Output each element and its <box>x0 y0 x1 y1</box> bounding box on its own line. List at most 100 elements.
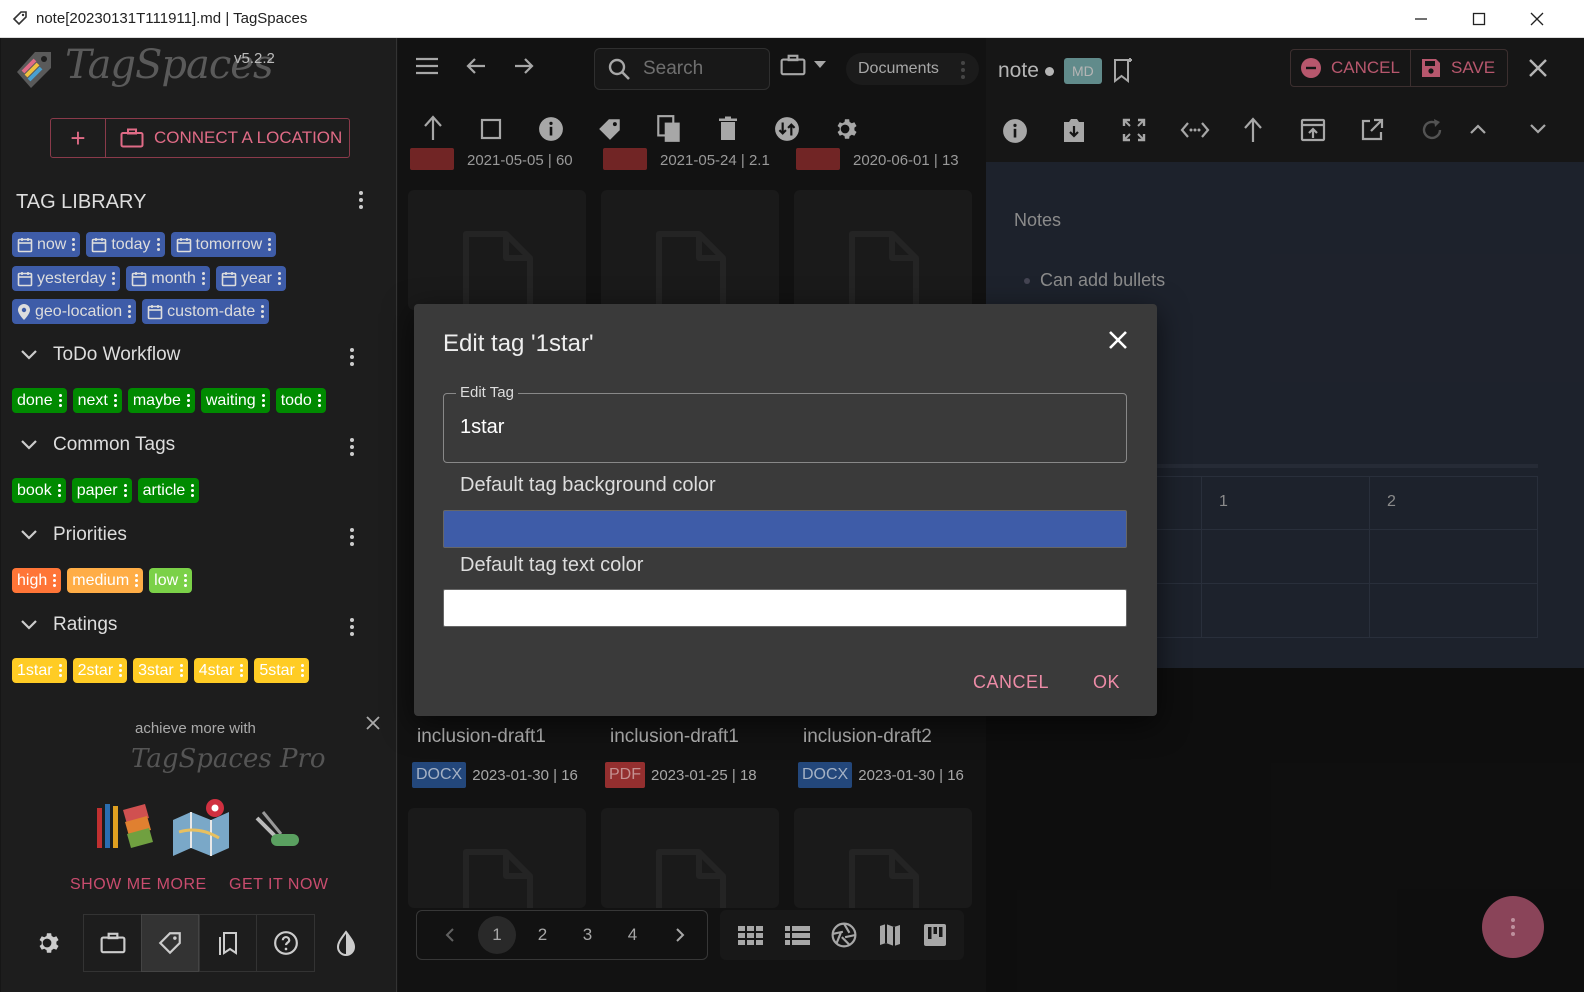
dialog-title: Edit tag '1star' <box>443 330 594 357</box>
close-dialog-icon[interactable] <box>1106 328 1130 352</box>
tag-chip[interactable]: article <box>137 478 200 503</box>
tag-menu-icon[interactable] <box>72 238 76 251</box>
tag-label: article <box>142 481 186 499</box>
tag-menu-icon[interactable] <box>57 484 61 497</box>
tag-chip[interactable]: month <box>126 266 210 291</box>
sidebar: TagSpaces v5.2.2 + CONNECT A LOCATION TA… <box>1 38 397 992</box>
tag-menu-icon[interactable] <box>58 664 62 677</box>
close-promo-icon[interactable] <box>365 715 381 731</box>
help-button[interactable] <box>257 914 315 972</box>
tag-chip[interactable]: year <box>215 266 286 291</box>
tag-menu-icon[interactable] <box>201 272 205 285</box>
tag-chip[interactable]: 1star <box>12 658 67 683</box>
tag-label: month <box>151 269 196 287</box>
tag-menu-icon[interactable] <box>300 664 304 677</box>
tag-menu-icon[interactable] <box>113 394 117 407</box>
tag-chip[interactable]: maybe <box>127 388 195 413</box>
cancel-button[interactable]: CANCEL <box>973 672 1049 693</box>
tag-menu-icon[interactable] <box>135 574 139 587</box>
tag-chip[interactable]: paper <box>71 478 132 503</box>
tag-chip[interactable]: geo-location <box>12 299 137 324</box>
tag-chip[interactable]: 3star <box>133 658 188 683</box>
maximize-button[interactable] <box>1450 0 1508 38</box>
tag-group-menu-icon[interactable] <box>349 348 355 366</box>
tag-chip[interactable]: done <box>12 388 67 413</box>
tag-chip[interactable]: todo <box>275 388 326 413</box>
tag-label: 3star <box>138 661 174 679</box>
tag-menu-icon[interactable] <box>261 305 265 318</box>
sidebar-bottom-bar <box>1 914 397 976</box>
tag-chip[interactable]: medium <box>67 568 144 593</box>
tag-menu-icon[interactable] <box>191 484 195 497</box>
close-window-button[interactable] <box>1508 0 1566 38</box>
tag-chip[interactable]: low <box>149 568 193 593</box>
tag-chip[interactable]: 4star <box>193 658 249 683</box>
tag-chip[interactable]: tomorrow <box>170 232 277 257</box>
tag-chip[interactable]: custom-date <box>142 299 270 324</box>
bookmarks-button[interactable] <box>199 914 257 972</box>
get-it-now-button[interactable]: GET IT NOW <box>229 876 329 894</box>
calendar-icon <box>17 271 33 287</box>
tag-menu-icon[interactable] <box>119 664 123 677</box>
tag-menu-icon[interactable] <box>156 238 160 251</box>
calendar-icon <box>131 271 147 287</box>
tag-group-header[interactable]: Priorities <box>21 524 127 546</box>
tag-menu-icon[interactable] <box>261 394 265 407</box>
tag-label: 5star <box>259 661 295 679</box>
window-title: note[20230131T111911].md | TagSpaces <box>36 10 308 27</box>
tag-menu-icon[interactable] <box>277 272 281 285</box>
tag-chip[interactable]: next <box>72 388 122 413</box>
tag-group-name: Priorities <box>53 524 127 545</box>
tag-group-header[interactable]: Ratings <box>21 614 117 636</box>
minimize-button[interactable] <box>1392 0 1450 38</box>
edit-tag-label: Edit Tag <box>456 384 518 401</box>
tag-menu-icon[interactable] <box>240 664 244 677</box>
tag-menu-icon[interactable] <box>184 574 188 587</box>
tag-label: done <box>17 391 53 409</box>
ok-button[interactable]: OK <box>1093 672 1120 693</box>
smart-tags-row: yesterday month year <box>12 266 286 291</box>
chevron-down-icon <box>21 620 37 630</box>
tag-menu-icon[interactable] <box>53 574 57 587</box>
text-color-picker[interactable] <box>443 589 1127 627</box>
tag-label: custom-date <box>167 302 256 320</box>
chevron-down-icon <box>21 440 37 450</box>
tag-menu-icon[interactable] <box>179 664 183 677</box>
bg-color-label: Default tag background color <box>460 474 716 496</box>
tag-chip[interactable]: high <box>12 568 62 593</box>
tag-chip[interactable]: waiting <box>200 388 270 413</box>
tag-chip[interactable]: today <box>86 232 165 257</box>
tag-menu-icon[interactable] <box>317 394 321 407</box>
tag-group-menu-icon[interactable] <box>349 528 355 546</box>
tag-library-button[interactable] <box>141 914 199 972</box>
settings-button[interactable] <box>20 914 78 972</box>
tag-library-menu-icon[interactable] <box>358 191 364 209</box>
calendar-icon <box>147 304 163 320</box>
tag-group-header[interactable]: Common Tags <box>21 434 175 456</box>
tag-group-header[interactable]: ToDo Workflow <box>21 344 180 366</box>
tag-chip[interactable]: book <box>12 478 66 503</box>
tag-chip[interactable]: 2star <box>72 658 128 683</box>
tag-menu-icon[interactable] <box>268 238 272 251</box>
plus-icon[interactable]: + <box>51 119 106 157</box>
theme-toggle-button[interactable] <box>317 914 375 972</box>
tag-menu-icon[interactable] <box>123 484 127 497</box>
tag-menu-icon[interactable] <box>58 394 62 407</box>
connect-location-button[interactable]: + CONNECT A LOCATION <box>50 118 350 158</box>
tag-menu-icon[interactable] <box>186 394 190 407</box>
edit-tag-field[interactable]: Edit Tag <box>443 384 1127 463</box>
tag-chip[interactable]: now <box>12 232 81 257</box>
bookmarks-icon <box>216 930 240 956</box>
tag-chip[interactable]: yesterday <box>12 266 121 291</box>
edit-tag-input[interactable] <box>460 416 1100 439</box>
tag-menu-icon[interactable] <box>128 305 132 318</box>
bg-color-picker[interactable] <box>443 510 1127 548</box>
tag-chip[interactable]: 5star <box>254 658 309 683</box>
text-color-label: Default tag text color <box>460 554 644 576</box>
contrast-icon <box>334 930 358 956</box>
show-me-more-button[interactable]: SHOW ME MORE <box>70 876 207 894</box>
locations-button[interactable] <box>83 914 141 972</box>
tag-group-menu-icon[interactable] <box>349 438 355 456</box>
tag-group-menu-icon[interactable] <box>349 618 355 636</box>
tag-menu-icon[interactable] <box>112 272 116 285</box>
